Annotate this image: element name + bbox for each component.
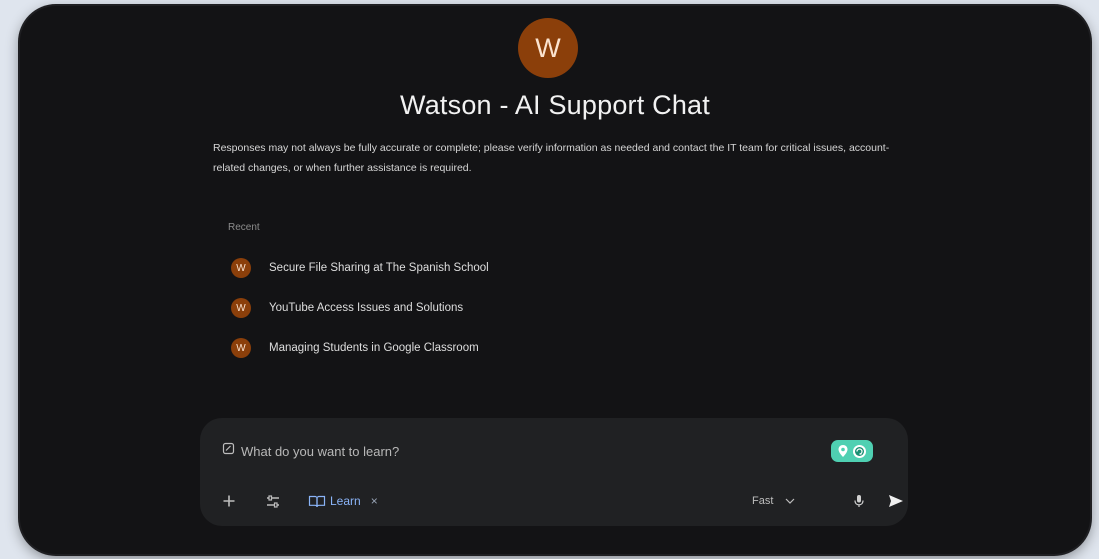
recent-item-avatar: W	[231, 338, 251, 358]
send-icon	[889, 495, 903, 507]
recent-label: Recent	[228, 222, 260, 233]
add-button[interactable]	[222, 494, 236, 508]
recent-item-secure-file-sharing[interactable]: W Secure File Sharing at The Spanish Sch…	[231, 258, 489, 278]
edit-note-icon	[222, 442, 235, 460]
learn-chip-label: Learn	[330, 494, 361, 508]
message-input[interactable]	[241, 443, 801, 459]
recent-item-avatar: W	[231, 258, 251, 278]
page-title: Watson - AI Support Chat	[400, 90, 710, 120]
disclaimer-text: Responses may not always be fully accura…	[213, 142, 890, 174]
recent-item-avatar: W	[231, 298, 251, 318]
assistant-avatar-letter: W	[535, 32, 561, 63]
recent-item-youtube-access[interactable]: W YouTube Access Issues and Solutions	[231, 298, 463, 318]
tools-button[interactable]	[266, 495, 280, 508]
learn-chip[interactable]: Learn ×	[308, 494, 378, 508]
assistant-avatar: W	[518, 18, 578, 78]
chat-window: W Watson - AI Support Chat Responses may…	[20, 6, 1090, 554]
microphone-button[interactable]	[854, 494, 864, 508]
learn-chip-close[interactable]: ×	[371, 494, 378, 508]
composer-input-row	[222, 442, 801, 460]
recent-item-label: YouTube Access Issues and Solutions	[269, 302, 464, 314]
recent-item-label: Secure File Sharing at The Spanish Schoo…	[269, 262, 489, 274]
chevron-down-icon	[785, 498, 795, 504]
recent-item-managing-students[interactable]: W Managing Students in Google Classroom	[231, 338, 479, 358]
microphone-icon	[854, 495, 864, 507]
grammar-extension-icon[interactable]	[831, 440, 873, 462]
tune-icon	[267, 495, 279, 508]
mode-select-label: Fast	[752, 495, 774, 507]
recent-item-label: Managing Students in Google Classroom	[269, 342, 479, 354]
learn-book-icon	[308, 495, 326, 507]
composer: Learn × Fast	[200, 418, 908, 526]
mode-select[interactable]: Fast	[752, 495, 795, 507]
send-button[interactable]	[888, 494, 904, 508]
plus-icon	[223, 495, 235, 507]
